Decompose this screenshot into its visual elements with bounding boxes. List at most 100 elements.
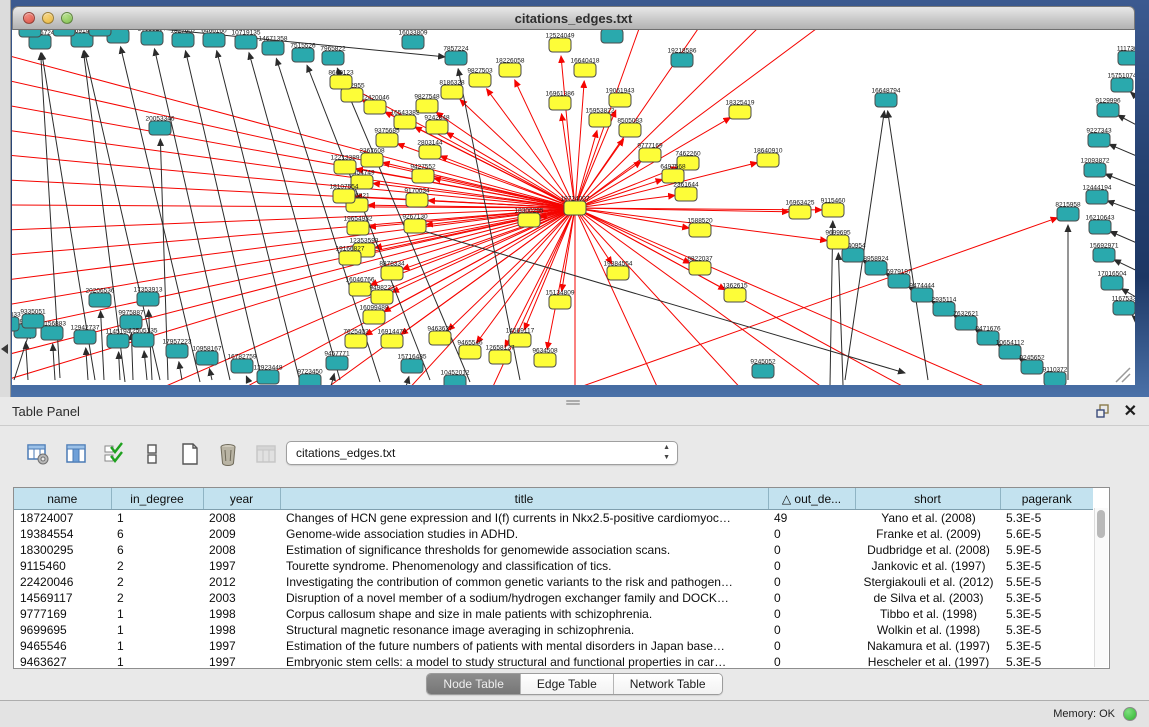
graph-node[interactable]: 19654932 xyxy=(344,216,373,236)
graph-node[interactable]: 18107554 xyxy=(330,184,359,204)
graph-node[interactable]: 12923448 xyxy=(254,365,283,385)
graph-node[interactable]: 9975887 xyxy=(118,310,144,330)
graph-node[interactable]: 16640418 xyxy=(571,58,600,78)
select-rows-button[interactable] xyxy=(100,440,128,468)
graph-node[interactable]: 9427552 xyxy=(410,164,436,184)
trash-button[interactable] xyxy=(214,440,242,468)
graph-node[interactable]: 22420046 xyxy=(361,95,390,115)
table-scrollbar[interactable] xyxy=(1094,508,1108,667)
graph-node[interactable]: 18325419 xyxy=(726,100,755,120)
graph-node[interactable]: 9335051 xyxy=(20,309,46,329)
network-window-titlebar[interactable]: citations_edges.txt xyxy=(12,6,1135,30)
graph-node[interactable]: 12942737 xyxy=(71,325,100,345)
graph-node[interactable]: 15716485 xyxy=(398,354,427,374)
graph-node[interactable]: 6497568 xyxy=(660,164,686,184)
graph-canvas[interactable]: 1935572420691406211184081065328713276026… xyxy=(12,30,1135,385)
graph-node[interactable]: 9723450 xyxy=(297,369,323,386)
tab-edge-table[interactable]: Edge Table xyxy=(521,674,614,694)
graph-node[interactable]: 10653287 xyxy=(138,30,167,45)
column-header-title[interactable]: title xyxy=(280,488,768,510)
column-header-name[interactable]: name xyxy=(14,488,111,510)
graph-node[interactable]: 12524049 xyxy=(546,33,575,53)
table-row[interactable]: 1830029562008Estimation of significance … xyxy=(14,542,1093,558)
table-row[interactable]: 946362711997Embryonic stem cells: a mode… xyxy=(14,654,1093,669)
float-panel-icon[interactable] xyxy=(1095,403,1111,419)
graph-node[interactable]: 2367608 xyxy=(359,148,385,168)
table-row[interactable]: 911546021997Tourette syndrome. Phenomeno… xyxy=(14,558,1093,574)
column-header-out_de[interactable]: △ out_de... xyxy=(768,488,855,510)
graph-node[interactable]: 9498222 xyxy=(369,285,395,305)
graph-node[interactable]: 16099489 xyxy=(360,305,389,325)
graph-node[interactable]: 15692971 xyxy=(1090,243,1119,263)
graph-node[interactable]: 9699695 xyxy=(825,230,851,250)
graph-node[interactable]: 6979197 xyxy=(886,269,912,289)
graph-node[interactable]: 10452012 xyxy=(441,370,470,386)
column-header-in_degree[interactable]: in_degree xyxy=(111,488,203,510)
graph-node[interactable]: 16782759 xyxy=(228,354,257,374)
graph-node[interactable]: 9777169 xyxy=(637,143,663,163)
graph-node[interactable]: 9170034 xyxy=(404,188,430,208)
table-row[interactable]: 1872400712008Changes of HCN gene express… xyxy=(14,510,1093,527)
close-panel-icon[interactable]: ✕ xyxy=(1124,401,1137,421)
graph-node[interactable]: 19061943 xyxy=(606,88,635,108)
resize-grip-icon[interactable] xyxy=(1116,368,1130,382)
collapse-arrow-icon[interactable] xyxy=(1,344,8,354)
graph-node[interactable]: 9827503 xyxy=(467,68,493,88)
graph-node[interactable]: 12658127 xyxy=(486,345,515,365)
graph-node[interactable]: 16648794 xyxy=(872,88,901,108)
graph-node[interactable]: 12093872 xyxy=(1081,158,1110,178)
graph-node[interactable]: 1327602 xyxy=(170,30,196,47)
graph-node[interactable]: 2361644 xyxy=(673,182,699,202)
graph-node[interactable]: 8186328 xyxy=(439,80,465,100)
graph-node[interactable]: 8878334 xyxy=(379,261,405,281)
graph-node[interactable]: 7965822 xyxy=(320,46,346,66)
graph-node[interactable]: 14671358 xyxy=(259,36,288,56)
table-row[interactable]: 2242004622012Investigating the contribut… xyxy=(14,574,1093,590)
new-document-button[interactable] xyxy=(176,440,204,468)
graph-node[interactable]: 1167533 xyxy=(1112,296,1135,316)
graph-node[interactable]: 10958167 xyxy=(193,346,222,366)
graph-node[interactable]: 9242848 xyxy=(424,115,450,135)
graph-node[interactable]: 8505083 xyxy=(617,118,643,138)
graph-node[interactable]: 8215958 xyxy=(1055,202,1081,222)
graph-node[interactable]: 15134809 xyxy=(546,290,575,310)
graph-node[interactable]: 9245052 xyxy=(750,359,776,379)
import-table-button[interactable] xyxy=(252,440,280,468)
graph-node[interactable]: 9457771 xyxy=(324,351,350,371)
column-header-pagerank[interactable]: pagerank xyxy=(1000,488,1093,510)
graph-node[interactable]: 9463627 xyxy=(427,326,453,346)
graph-node[interactable]: 9245652 xyxy=(1019,355,1045,375)
graph-node[interactable]: 9110372 xyxy=(1043,367,1068,386)
graph-node[interactable]: 9115460 xyxy=(821,198,846,218)
graph-node[interactable]: 18640910 xyxy=(754,148,783,168)
table-mode-button[interactable] xyxy=(138,440,166,468)
graph-node[interactable]: 16543382 xyxy=(391,110,420,130)
graph-node[interactable]: 9129996 xyxy=(1095,98,1121,118)
graph-node[interactable]: 16963425 xyxy=(786,200,815,220)
graph-node[interactable]: 12505135 xyxy=(129,328,158,348)
graph-node[interactable]: 12213389 xyxy=(331,155,360,175)
table-row[interactable]: 1456911722003Disruption of a novel membe… xyxy=(14,590,1093,606)
column-header-short[interactable]: short xyxy=(855,488,1000,510)
graph-node[interactable]: 1145194 xyxy=(106,329,131,349)
tab-node-table[interactable]: Node Table xyxy=(427,674,521,694)
graph-node[interactable]: 18300295 xyxy=(515,208,544,228)
graph-node[interactable]: 11902357 xyxy=(86,30,115,36)
graph-node[interactable]: 19384554 xyxy=(604,261,633,281)
graph-node[interactable]: 1117304 xyxy=(1117,46,1135,66)
tab-network-table[interactable]: Network Table xyxy=(614,674,722,694)
table-row[interactable]: 946554611997Estimation of the future num… xyxy=(14,638,1093,654)
graph-node[interactable]: 9465546 xyxy=(457,340,483,360)
graph-node[interactable]: 20053346 xyxy=(146,116,175,136)
graph-node[interactable]: 9375685 xyxy=(374,128,400,148)
graph-node[interactable]: 17016504 xyxy=(1098,271,1127,291)
column-header-year[interactable]: year xyxy=(203,488,280,510)
graph-node[interactable]: 2803144 xyxy=(417,140,443,160)
graph-node[interactable]: 7857224 xyxy=(443,46,469,66)
graph-node[interactable]: 7625402 xyxy=(343,329,369,349)
graph-node[interactable]: 18226058 xyxy=(496,58,525,78)
graph-node[interactable]: 16033809 xyxy=(399,30,428,49)
graph-node[interactable]: 8958924 xyxy=(863,256,889,276)
graph-node[interactable]: 15751074 xyxy=(1108,73,1135,93)
table-source-select[interactable]: citations_edges.txt ▲▼ xyxy=(286,441,678,465)
